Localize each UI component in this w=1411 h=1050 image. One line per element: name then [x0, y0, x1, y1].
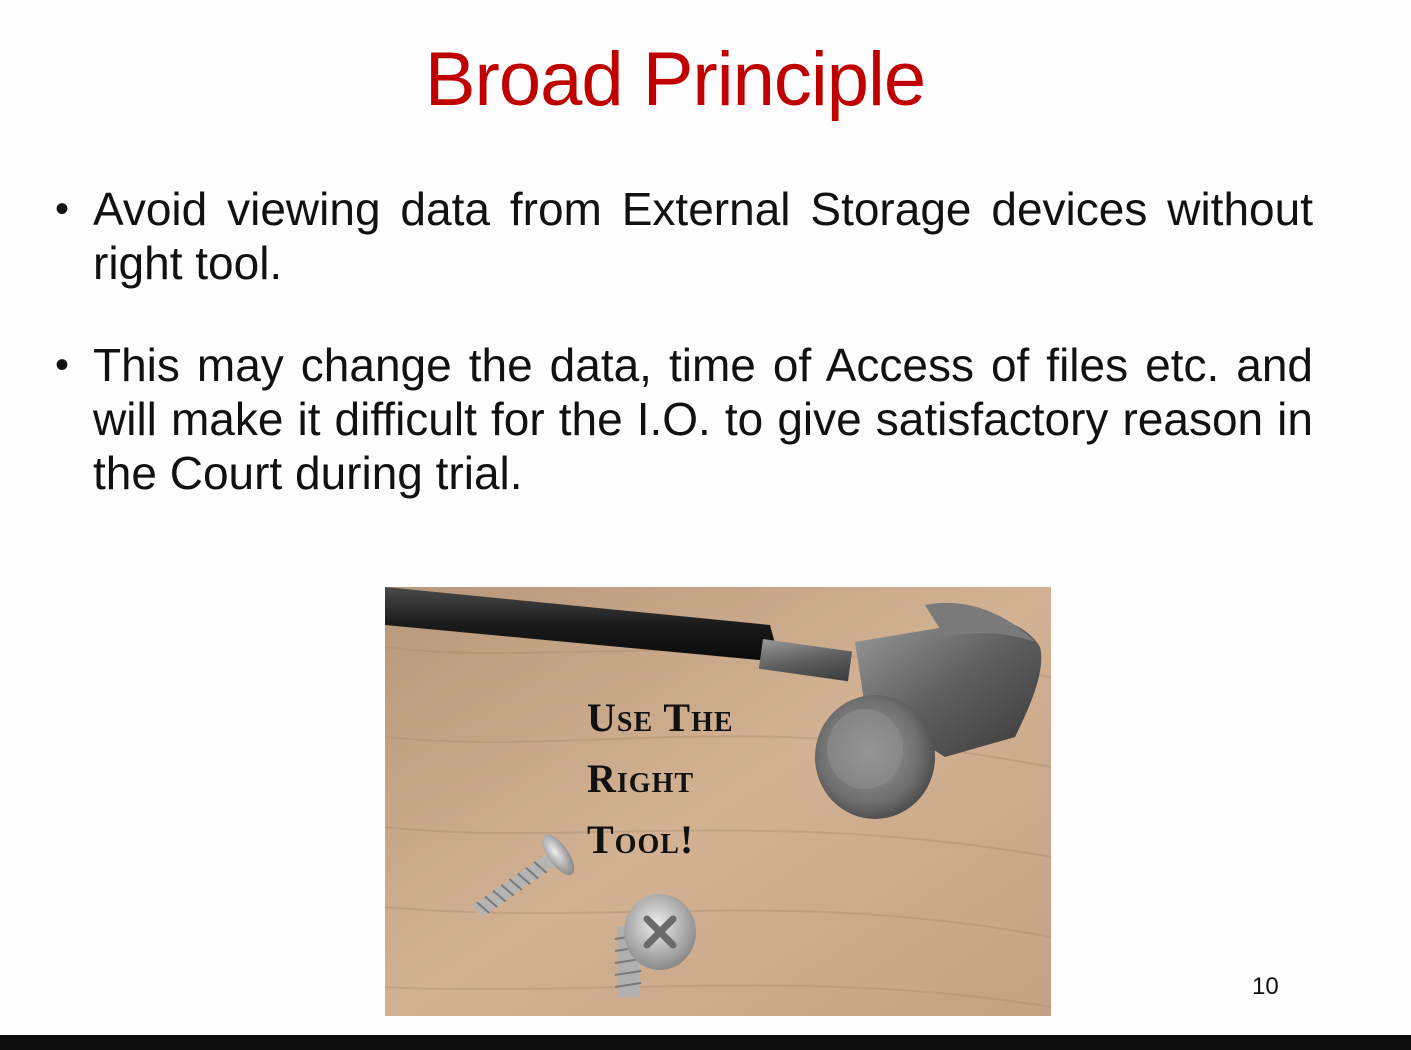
caption-line: Tool! [587, 817, 695, 862]
tool-photo: Use The Right Tool! [385, 587, 1051, 1016]
slide-title: Broad Principle [424, 37, 926, 122]
bullet-item: • This may change the data, time of Acce… [55, 338, 1313, 500]
bullet-icon: • [55, 187, 70, 231]
bullet-item: • Avoid viewing data from External Stora… [55, 182, 1313, 290]
caption-line: Right [587, 756, 695, 801]
caption-line: Use The [587, 695, 734, 740]
bullet-icon: • [55, 343, 70, 387]
slide: Broad Principle • Avoid viewing data fro… [0, 0, 1411, 1035]
bullet-list: • Avoid viewing data from External Stora… [55, 182, 1313, 548]
page-number: 10 [1252, 973, 1279, 1000]
bullet-text: This may change the data, time of Access… [93, 339, 1313, 499]
photo-caption: Use The Right Tool! [587, 687, 734, 870]
bullet-text: Avoid viewing data from External Storage… [93, 183, 1313, 289]
bottom-bar [0, 1035, 1411, 1050]
